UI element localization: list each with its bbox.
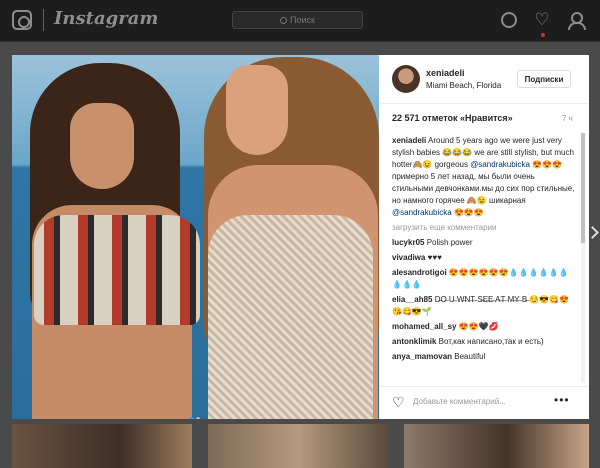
comment-username[interactable]: mohamed_all_sy (392, 322, 456, 331)
grid-thumbnail[interactable] (12, 424, 192, 468)
comment-username[interactable]: lucykr05 (392, 238, 424, 247)
load-more-comments-link[interactable]: загрузить еще комментарии (392, 222, 577, 234)
comment-text: Beautiful (452, 352, 486, 361)
grid-thumbnail[interactable] (208, 424, 388, 468)
list-item: elia__ah85 D̶O̶ U̶ W̶N̶T̶ S̶E̶E̶ A̶T̶ M̶… (392, 294, 577, 318)
list-item: anya_mamovan Beautiful (392, 351, 577, 363)
post-age[interactable]: 7 ч (562, 114, 573, 123)
comment-username[interactable]: vivadiwa (392, 253, 425, 262)
post-header: xeniadeli Miami Beach, Florida Подписки (379, 55, 589, 104)
comment-text: Polish power (424, 238, 473, 247)
post-modal: xeniadeli Miami Beach, Florida Подписки … (12, 55, 589, 419)
mention-link[interactable]: @sandrakubicka (392, 208, 452, 217)
comment-username[interactable]: elia__ah85 (392, 295, 432, 304)
comment-username[interactable]: anya_mamovan (392, 352, 452, 361)
carousel-dot-active[interactable] (190, 417, 194, 419)
top-nav-bar: Instagram Поиск ♡ (0, 0, 600, 42)
mention-link[interactable]: @sandrakubicka (470, 160, 530, 169)
caption-username[interactable]: xeniadeli (392, 136, 426, 145)
search-input[interactable]: Поиск (232, 11, 363, 29)
explore-compass-icon[interactable] (501, 12, 517, 28)
like-heart-icon[interactable]: ♡ (392, 395, 405, 409)
post-username[interactable]: xeniadeli (426, 68, 465, 78)
carousel-dot[interactable] (196, 417, 200, 419)
comment-username[interactable]: antonklimik (392, 337, 436, 346)
list-item: alesandrotigoi 😍😍😍😍😍😍💧💧💧💧💧💧💧💧💧 (392, 267, 577, 291)
more-options-icon[interactable]: ••• (554, 393, 570, 407)
post-photo[interactable] (12, 55, 379, 419)
post-info-panel: xeniadeli Miami Beach, Florida Подписки … (379, 55, 589, 419)
search-placeholder: Поиск (290, 15, 315, 25)
likes-count[interactable]: 22 571 отметок «Нравится» (392, 113, 513, 123)
photo-shape (34, 215, 200, 325)
instagram-camera-icon[interactable] (12, 10, 32, 30)
photo-shape (70, 103, 134, 189)
scrollbar-thumb[interactable] (581, 133, 585, 243)
comments-list: xeniadeli Around 5 years ago we were jus… (392, 135, 577, 379)
search-icon (280, 17, 288, 24)
comment-text: ♥♥♥ (425, 253, 442, 262)
photo-shape (226, 65, 288, 155)
comments-scrollbar[interactable] (581, 133, 585, 383)
caption: xeniadeli Around 5 years ago we were jus… (392, 135, 577, 219)
photo-shape (208, 215, 373, 419)
post-footer: ♡ Добавьте комментарий... ••• (379, 386, 589, 419)
list-item: mohamed_all_sy 😍😍🖤💋 (392, 321, 577, 333)
comment-username[interactable]: alesandrotigoi (392, 268, 447, 277)
logo-divider (43, 9, 44, 31)
post-location[interactable]: Miami Beach, Florida (426, 81, 501, 90)
activity-heart-icon[interactable]: ♡ (534, 11, 550, 28)
list-item: vivadiwa ♥♥♥ (392, 252, 577, 264)
grid-thumbnail[interactable] (404, 424, 589, 468)
list-item: lucykr05 Polish power (392, 237, 577, 249)
notification-dot (541, 33, 545, 37)
list-item: antonklimik Вот,как написано,так и есть) (392, 336, 577, 348)
carousel-dots (189, 408, 201, 419)
caption-text: 😍😍😍 (451, 208, 484, 217)
add-comment-input[interactable]: Добавьте комментарий... (413, 397, 506, 406)
follow-button[interactable]: Подписки (517, 70, 571, 88)
comment-text: Вот,как написано,так и есть) (436, 337, 544, 346)
instagram-wordmark[interactable]: Instagram (54, 8, 158, 29)
comment-text: 😍😍🖤💋 (456, 322, 499, 331)
avatar[interactable] (392, 65, 420, 93)
profile-icon[interactable] (567, 12, 586, 30)
